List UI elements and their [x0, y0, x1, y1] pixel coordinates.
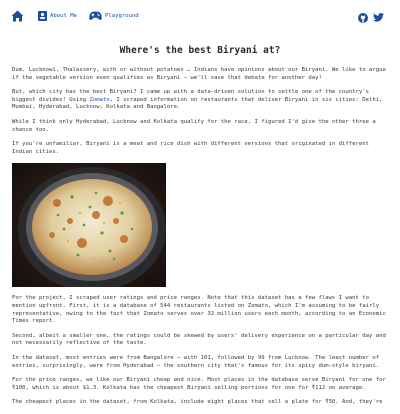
github-icon: [358, 13, 368, 23]
about-me-link[interactable]: About Me: [38, 11, 77, 21]
paragraph-intro: Dum, Lucknowi, Thalassery, with or witho…: [12, 67, 386, 81]
home-link[interactable]: [11, 10, 24, 22]
zomato-link[interactable]: Zomato: [89, 97, 109, 103]
article-body: Dum, Lucknowi, Thalassery, with or witho…: [12, 67, 388, 414]
twitter-icon: [373, 13, 384, 22]
biryani-photo: [12, 163, 166, 288]
twitter-link[interactable]: [373, 13, 384, 22]
paragraph-prices: For the price ranges, we like our Biryan…: [12, 377, 386, 391]
page-title: Where's the best Biryani at?: [119, 45, 281, 56]
playground-link[interactable]: Playground: [89, 11, 139, 21]
paragraph-method: For the project, I scraped user ratings …: [12, 295, 386, 325]
about-me-label: About Me: [50, 13, 77, 19]
paragraph-entries: In the dataset, most entries were from B…: [12, 354, 380, 369]
paragraph-cheapest: The cheapest places in the dataset, from…: [12, 399, 383, 406]
gamepad-icon: [89, 11, 102, 20]
top-nav: About Me Playground: [0, 0, 400, 36]
paragraph-definition: If you're unfamiliar, Biryani is a meat …: [12, 141, 369, 155]
paragraph-caveat: Second, albeit a smaller one, the rating…: [12, 332, 386, 347]
id-card-icon: [38, 11, 47, 21]
playground-label: Playground: [105, 13, 139, 19]
github-link[interactable]: [358, 13, 368, 23]
paragraph-cities: While I think only Hyderabad, Lucknow an…: [12, 118, 376, 133]
paragraph-question: But, which city has the best Biryani? I …: [12, 89, 388, 112]
home-icon: [11, 10, 24, 22]
